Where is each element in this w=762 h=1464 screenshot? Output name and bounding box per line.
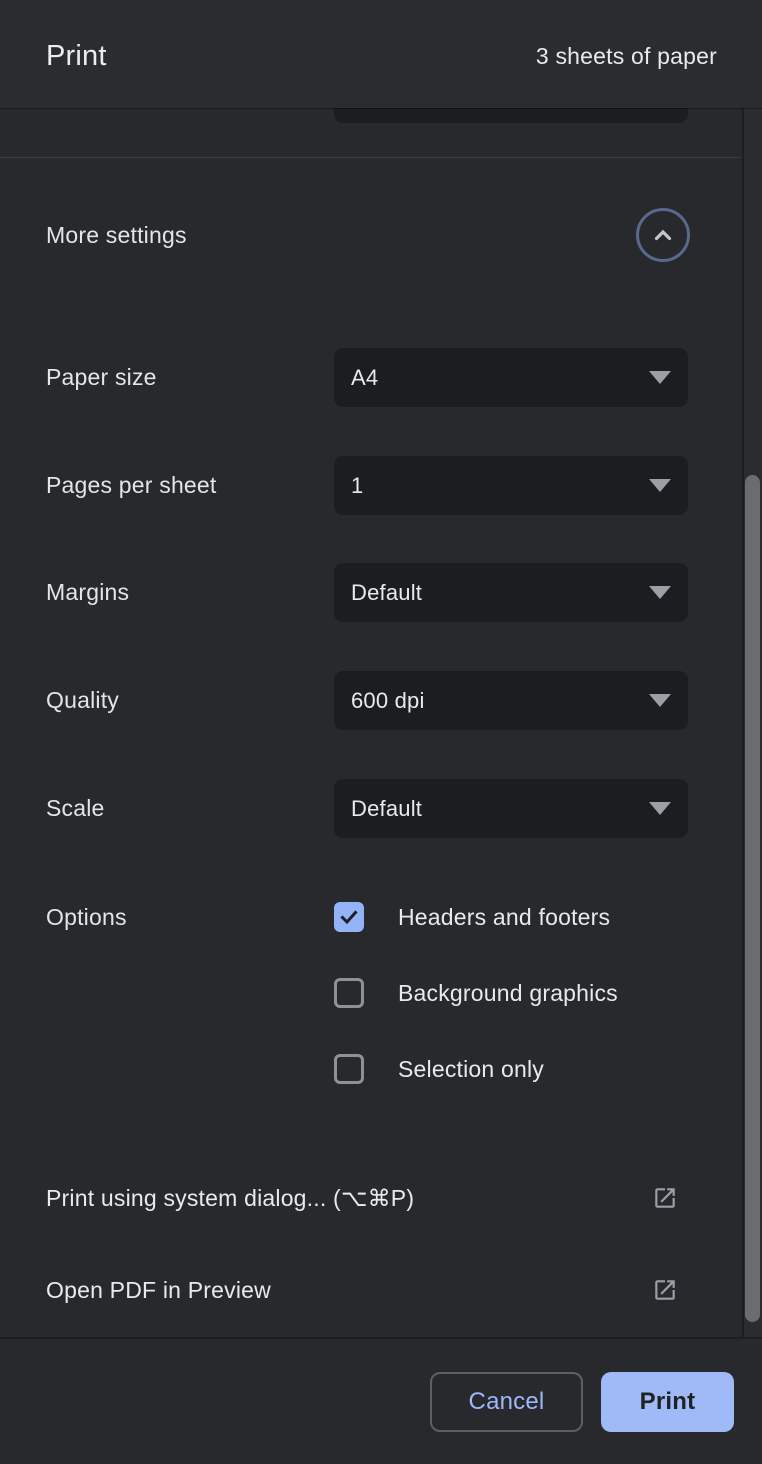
paper-size-value: A4: [351, 365, 649, 391]
open-in-new-icon: [652, 1277, 678, 1303]
scale-value: Default: [351, 796, 649, 822]
pages-per-sheet-select[interactable]: 1: [334, 456, 688, 515]
checkbox-1[interactable]: [334, 978, 364, 1008]
system-dialog-link-label: Print using system dialog... (⌥⌘P): [46, 1183, 414, 1213]
dialog-footer: Cancel Print: [0, 1337, 762, 1464]
section-divider: [0, 157, 741, 158]
print-button[interactable]: Print: [601, 1372, 734, 1432]
more-settings-collapse-button[interactable]: [636, 208, 690, 262]
headers-and-footers-label[interactable]: Headers and footers: [398, 902, 610, 932]
caret-down-icon: [649, 479, 671, 492]
background-graphics-label[interactable]: Background graphics: [398, 978, 618, 1008]
open-pdf-preview-link[interactable]: Open PDF in Preview: [0, 1275, 741, 1305]
print-dialog: More settings Paper size A4 Pages per sh…: [0, 0, 762, 1464]
caret-down-icon: [649, 371, 671, 384]
dialog-title: Print: [46, 0, 107, 108]
system-dialog-link[interactable]: Print using system dialog... (⌥⌘P): [0, 1183, 741, 1213]
pages-per-sheet-label: Pages per sheet: [46, 456, 217, 515]
paper-size-label: Paper size: [46, 348, 157, 407]
caret-down-icon: [649, 694, 671, 707]
checkbox-2[interactable]: [334, 1054, 364, 1084]
dialog-header: Print 3 sheets of paper: [0, 0, 762, 108]
caret-down-icon: [649, 802, 671, 815]
quality-label: Quality: [46, 671, 119, 730]
check-icon: [337, 905, 361, 929]
scrollbar-track[interactable]: [742, 108, 762, 1337]
paper-size-select[interactable]: A4: [334, 348, 688, 407]
caret-down-icon: [649, 586, 671, 599]
margins-select[interactable]: Default: [334, 563, 688, 622]
options-label: Options: [46, 902, 127, 932]
margins-label: Margins: [46, 563, 129, 622]
checkbox-0[interactable]: [334, 902, 364, 932]
scale-label: Scale: [46, 779, 105, 838]
quality-value: 600 dpi: [351, 688, 649, 714]
selection-only-label[interactable]: Selection only: [398, 1054, 544, 1084]
settings-scroll-area: More settings Paper size A4 Pages per sh…: [0, 0, 741, 1337]
open-in-new-icon: [652, 1185, 678, 1211]
scrollbar-thumb[interactable]: [745, 475, 760, 1322]
chevron-up-icon: [648, 220, 678, 250]
margins-value: Default: [351, 580, 649, 606]
quality-select[interactable]: 600 dpi: [334, 671, 688, 730]
pages-per-sheet-value: 1: [351, 473, 649, 499]
open-pdf-preview-link-label: Open PDF in Preview: [46, 1275, 271, 1305]
scale-select[interactable]: Default: [334, 779, 688, 838]
sheets-summary: 3 sheets of paper: [536, 0, 717, 108]
cancel-button[interactable]: Cancel: [430, 1372, 583, 1432]
more-settings-label: More settings: [46, 205, 187, 265]
clipped-dropdown-bottom[interactable]: [334, 108, 688, 123]
